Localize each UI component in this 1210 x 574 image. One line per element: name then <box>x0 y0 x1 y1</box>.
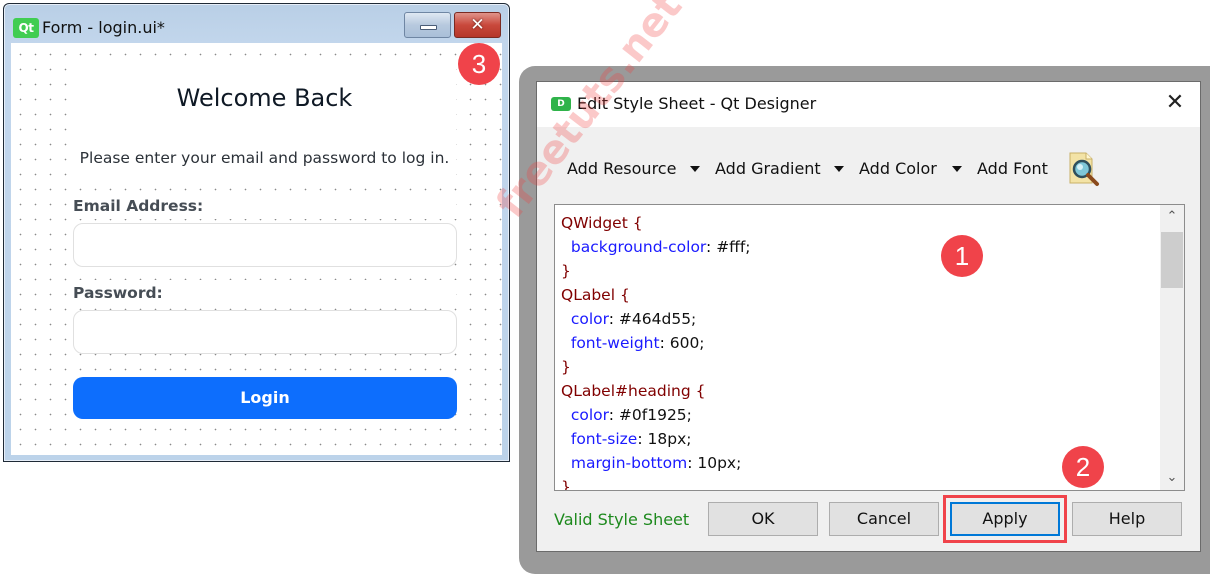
cancel-button[interactable]: Cancel <box>829 502 939 536</box>
vertical-scrollbar[interactable]: ⌃ ⌄ <box>1160 205 1184 490</box>
css-selector: QLabel { <box>561 286 630 304</box>
css-selector: QLabel#heading { <box>561 382 706 400</box>
form-window-title: Form - login.ui* <box>42 18 165 37</box>
css-property: font-size <box>570 430 638 448</box>
code-text-area[interactable]: QWidget { background-color: #fff;} QLabel… <box>555 205 1158 490</box>
close-icon: ✕ <box>1165 90 1185 115</box>
annotation-badge-2: 2 <box>1062 446 1104 488</box>
stylesheet-toolbar: Add Resource Add Gradient Add Color Add … <box>537 152 1200 188</box>
css-closing-brace: } <box>561 262 571 280</box>
annotation-badge-1: 1 <box>941 235 983 277</box>
subtitle-label: Please enter your email and password to … <box>73 137 456 179</box>
add-color-dropdown-icon[interactable] <box>952 166 962 172</box>
css-value: #464d55; <box>618 310 697 328</box>
add-resource-dropdown-icon[interactable] <box>690 166 700 172</box>
code-line: color: #464d55; <box>570 310 697 328</box>
css-closing-brace: } <box>561 358 571 376</box>
password-input[interactable] <box>73 310 457 354</box>
add-font-button[interactable]: Add Font <box>977 157 1048 181</box>
css-value: 10px; <box>697 454 742 472</box>
scroll-down-icon[interactable]: ⌄ <box>1160 466 1184 490</box>
code-line: QLabel#heading { <box>561 379 1158 403</box>
code-line: QLabel { <box>561 283 1158 307</box>
form-close-button[interactable]: ✕ <box>454 12 501 38</box>
css-closing-brace: } <box>561 478 571 491</box>
validation-status: Valid Style Sheet <box>554 510 690 529</box>
code-line: background-color: #fff; <box>570 238 751 256</box>
add-color-button[interactable]: Add Color <box>859 157 937 181</box>
css-property: background-color <box>570 238 707 256</box>
edit-style-sheet-dialog: D Edit Style Sheet - Qt Designer ✕ Add R… <box>536 81 1201 552</box>
qt-designer-icon: D <box>551 97 571 111</box>
code-line: } <box>561 355 1158 379</box>
dialog-close-button[interactable]: ✕ <box>1164 92 1186 114</box>
scroll-thumb[interactable] <box>1161 232 1183 288</box>
ok-button[interactable]: OK <box>708 502 818 536</box>
form-canvas: Welcome Back Please enter your email and… <box>11 43 502 455</box>
css-value: 18px; <box>647 430 692 448</box>
find-in-document-icon[interactable] <box>1064 150 1102 188</box>
qt-logo-icon: Qt <box>13 18 39 38</box>
apply-button[interactable]: Apply <box>950 502 1060 536</box>
css-property: font-weight <box>570 334 660 352</box>
help-button[interactable]: Help <box>1072 502 1182 536</box>
code-line: font-size: 18px; <box>570 430 692 448</box>
add-gradient-dropdown-icon[interactable] <box>834 166 844 172</box>
close-icon: ✕ <box>470 15 485 35</box>
annotation-badge-3: 3 <box>458 43 500 85</box>
code-line: } <box>561 259 1158 283</box>
css-value: 600; <box>669 334 705 352</box>
css-property: margin-bottom <box>570 454 688 472</box>
add-resource-button[interactable]: Add Resource <box>567 157 676 181</box>
heading-label: Welcome Back <box>73 63 456 133</box>
code-line: font-weight: 600; <box>570 334 705 352</box>
code-line: color: #0f1925; <box>570 406 692 424</box>
css-value: #0f1925; <box>618 406 692 424</box>
email-label: Email Address: <box>73 193 456 219</box>
css-value: #fff; <box>716 238 751 256</box>
minimize-icon <box>420 25 437 30</box>
email-input[interactable] <box>73 223 457 267</box>
login-button[interactable]: Login <box>73 377 457 419</box>
login-form-layout: Welcome Back Please enter your email and… <box>73 61 457 423</box>
password-label: Password: <box>73 280 456 306</box>
form-window: Qt Form - login.ui* ✕ Welcome Back Pleas… <box>3 3 510 462</box>
code-line: QWidget { <box>561 211 1158 235</box>
dialog-titlebar: D Edit Style Sheet - Qt Designer ✕ <box>537 82 1200 127</box>
add-gradient-button[interactable]: Add Gradient <box>715 157 821 181</box>
css-selector: QWidget { <box>561 214 643 232</box>
css-property: color <box>570 406 609 424</box>
form-titlebar: Qt Form - login.ui* ✕ <box>4 4 509 44</box>
css-property: color <box>570 310 609 328</box>
scroll-up-icon[interactable]: ⌃ <box>1160 205 1184 229</box>
minimize-button[interactable] <box>404 12 451 38</box>
dialog-title: Edit Style Sheet - Qt Designer <box>577 94 817 113</box>
